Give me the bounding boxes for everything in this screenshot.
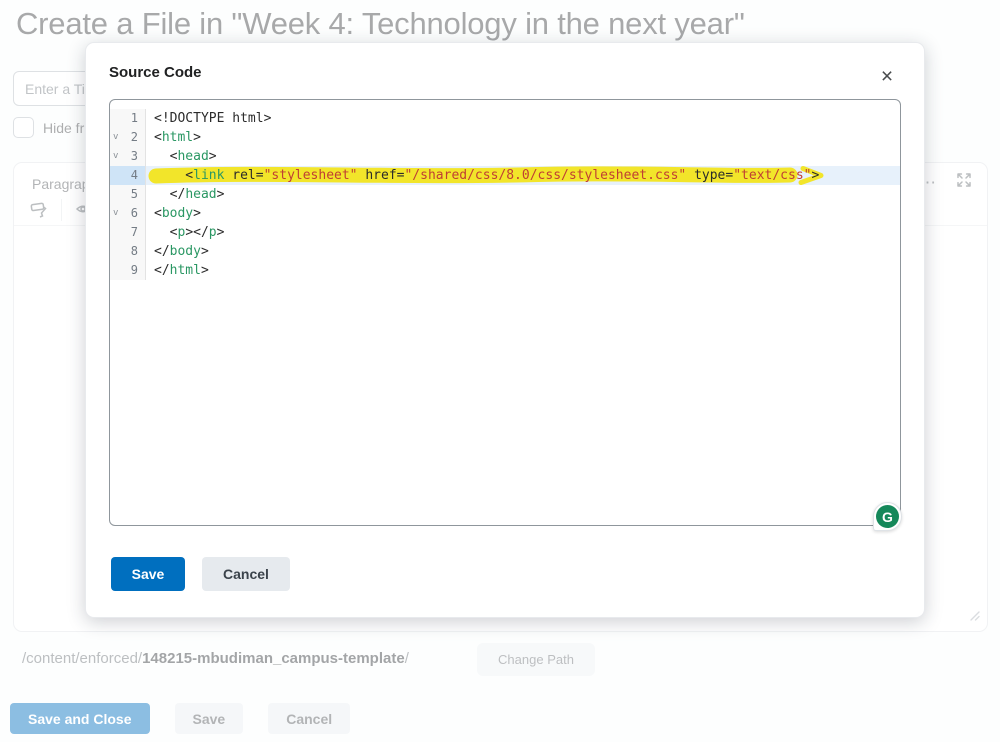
fold-chevron-icon[interactable]: v [113, 204, 118, 223]
code-line: 8</body> [110, 242, 900, 261]
dialog-buttons: Save Cancel [111, 557, 290, 591]
source-code-dialog: Source Code × 1<!DOCTYPE html>v2<html>v3… [85, 42, 925, 618]
fold-chevron-icon[interactable]: v [113, 147, 118, 166]
line-number: v2 [110, 128, 146, 147]
code-line: 5 </head> [110, 185, 900, 204]
line-number: 7 [110, 223, 146, 242]
code-line: v2<html> [110, 128, 900, 147]
code-text: <p></p> [146, 223, 900, 242]
code-line: v3 <head> [110, 147, 900, 166]
code-line: 4 <link rel="stylesheet" href="/shared/c… [110, 166, 900, 185]
fold-chevron-icon[interactable]: v [113, 128, 118, 147]
code-text: </head> [146, 185, 900, 204]
code-text: <link rel="stylesheet" href="/shared/css… [146, 166, 900, 185]
line-number: 4 [110, 166, 146, 185]
line-number: 5 [110, 185, 146, 204]
line-number: v3 [110, 147, 146, 166]
dialog-save-button[interactable]: Save [111, 557, 185, 591]
line-number: 8 [110, 242, 146, 261]
code-text: <head> [146, 147, 900, 166]
code-text: </html> [146, 261, 900, 280]
code-text: <!DOCTYPE html> [146, 109, 900, 128]
code-lines: 1<!DOCTYPE html>v2<html>v3 <head>4 <link… [110, 100, 900, 280]
line-number: 9 [110, 261, 146, 280]
code-line: 7 <p></p> [110, 223, 900, 242]
code-text: </body> [146, 242, 900, 261]
code-line: 9</html> [110, 261, 900, 280]
code-text: <html> [146, 128, 900, 147]
dialog-title: Source Code [109, 64, 202, 81]
close-icon[interactable]: × [874, 63, 900, 89]
code-text: <body> [146, 204, 900, 223]
dialog-cancel-button[interactable]: Cancel [202, 557, 290, 591]
line-number: 1 [110, 109, 146, 128]
grammarly-icon[interactable]: G [873, 502, 902, 531]
grammarly-letter: G [876, 505, 899, 528]
source-code-editor[interactable]: 1<!DOCTYPE html>v2<html>v3 <head>4 <link… [109, 99, 901, 526]
line-number: v6 [110, 204, 146, 223]
code-line: v6<body> [110, 204, 900, 223]
code-line: 1<!DOCTYPE html> [110, 109, 900, 128]
